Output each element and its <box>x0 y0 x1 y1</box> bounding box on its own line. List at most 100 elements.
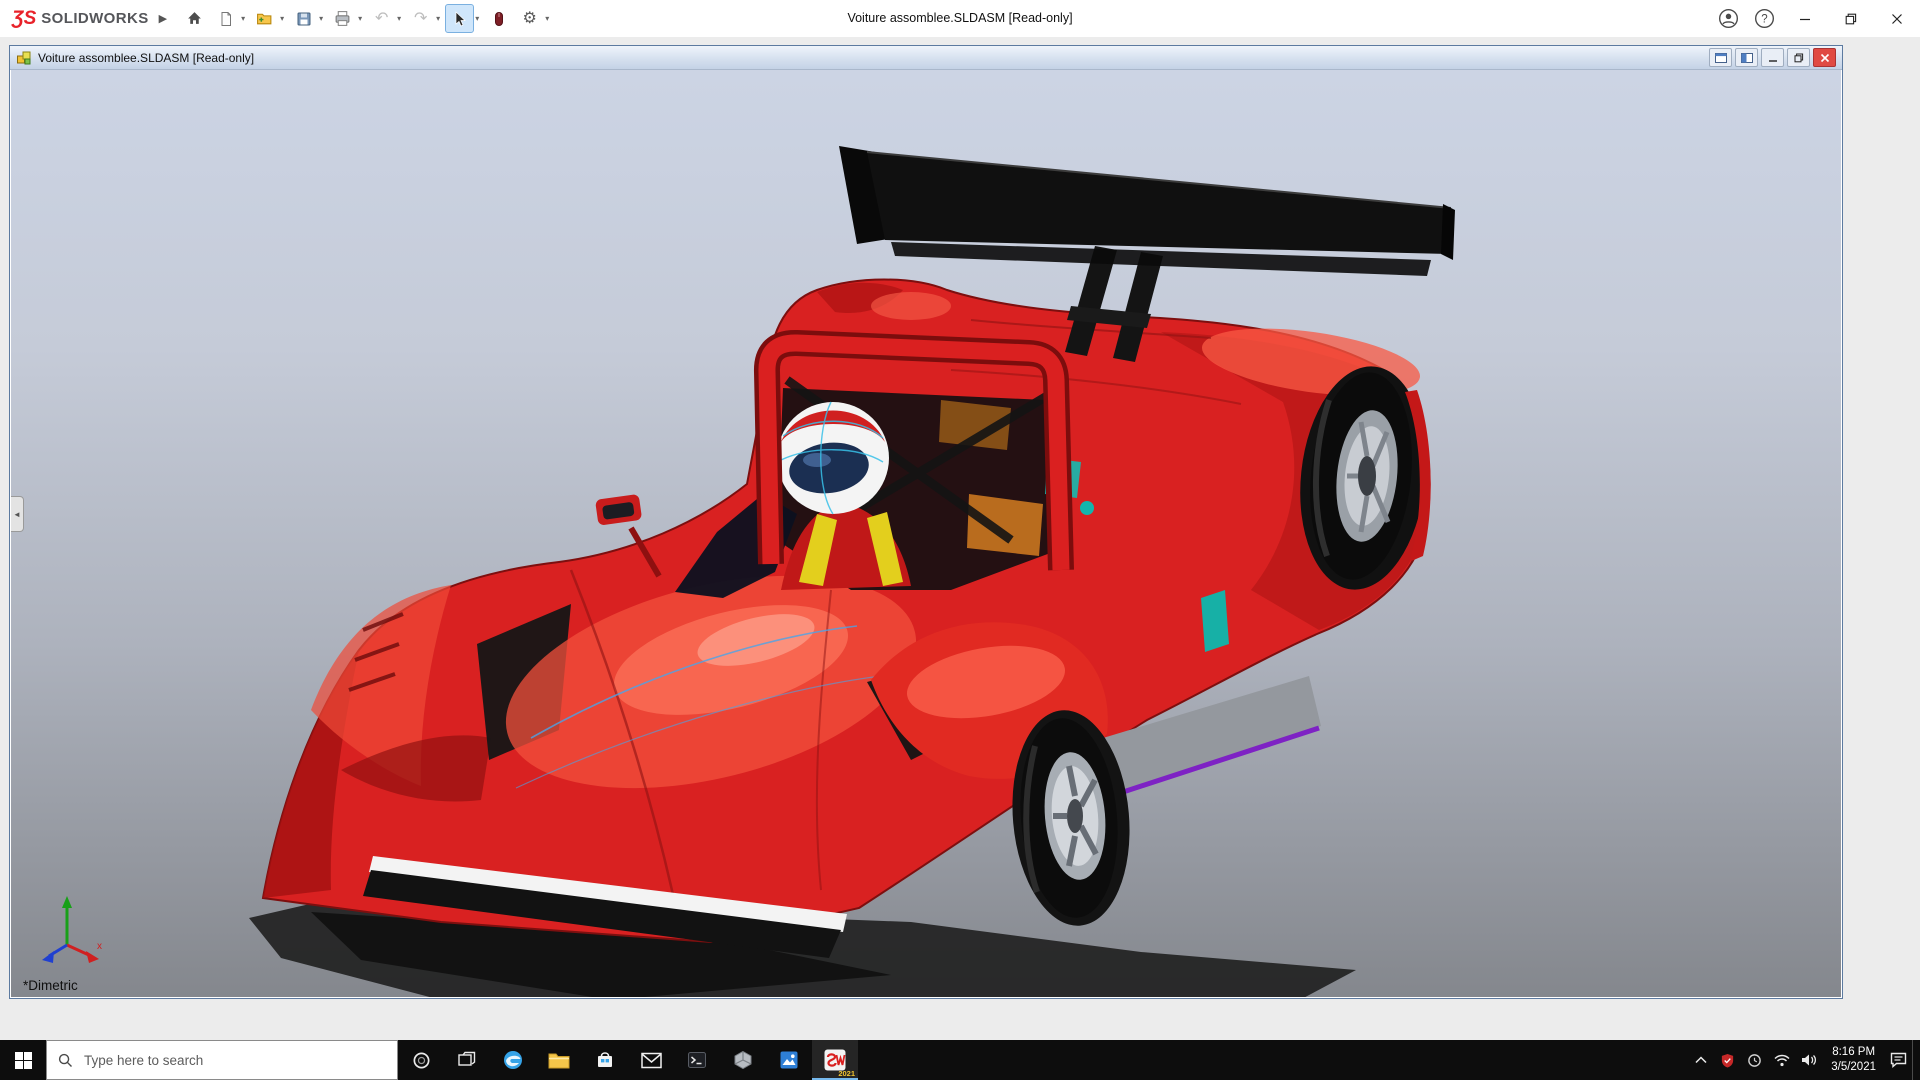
photos-icon <box>779 1050 799 1070</box>
mouse-button[interactable] <box>484 4 513 33</box>
solidworks-taskbar-button[interactable]: 2021 <box>812 1040 858 1080</box>
pane-right-icon <box>1741 53 1753 63</box>
menu-expand-icon[interactable]: ▶ <box>159 12 167 25</box>
graphics-viewport[interactable]: ◄ x *Dimetric <box>11 70 1841 997</box>
taskbar-clock[interactable]: 8:16 PM 3/5/2021 <box>1822 1040 1885 1080</box>
redo-icon: ↷ <box>414 11 427 27</box>
clock-date: 3/5/2021 <box>1831 1060 1876 1075</box>
new-document-icon <box>218 11 234 27</box>
cortana-button[interactable] <box>398 1040 444 1080</box>
taskbar-search[interactable] <box>46 1040 398 1080</box>
undo-button[interactable]: ↶ <box>367 4 396 33</box>
show-desktop-button[interactable] <box>1912 1040 1920 1080</box>
feature-tree-collapse-tab[interactable]: ◄ <box>11 496 24 532</box>
cortana-icon <box>412 1051 431 1070</box>
clock-time: 8:16 PM <box>1832 1045 1875 1060</box>
undo-icon: ↶ <box>375 11 388 27</box>
home-button[interactable] <box>180 4 209 33</box>
account-button[interactable] <box>1715 6 1741 32</box>
store-button[interactable] <box>582 1040 628 1080</box>
mail-button[interactable] <box>628 1040 674 1080</box>
open-folder-icon <box>256 10 273 27</box>
gear-icon: ⚙ <box>523 11 537 27</box>
search-input[interactable] <box>82 1052 386 1069</box>
start-button[interactable] <box>0 1040 46 1080</box>
search-icon <box>58 1053 73 1068</box>
cad-viewer-cube-icon <box>733 1050 753 1070</box>
action-center-icon <box>1890 1052 1907 1068</box>
redo-caret-icon[interactable]: ▾ <box>436 14 440 23</box>
help-icon: ? <box>1754 8 1775 29</box>
taskbar: 2021 8:16 PM 3/5/2021 <box>0 1040 1920 1080</box>
windows-logo-icon <box>15 1052 32 1069</box>
task-view-button[interactable] <box>444 1040 490 1080</box>
open-button[interactable] <box>250 4 279 33</box>
account-icon <box>1718 8 1739 29</box>
new-document-caret-icon[interactable]: ▾ <box>241 14 245 23</box>
command-prompt-button[interactable] <box>674 1040 720 1080</box>
chevron-left-icon: ◄ <box>13 510 21 519</box>
chevron-up-icon <box>1695 1056 1707 1064</box>
security-tray-button[interactable] <box>1714 1040 1741 1080</box>
help-button[interactable]: ? <box>1751 6 1777 32</box>
assembly-icon <box>16 50 32 66</box>
car-body[interactable] <box>263 280 1430 959</box>
restore-button[interactable] <box>1828 0 1874 37</box>
redo-button[interactable]: ↷ <box>406 4 435 33</box>
options-button[interactable]: ⚙ <box>515 4 544 33</box>
tray-expand-button[interactable] <box>1687 1040 1714 1080</box>
mouse-icon <box>492 11 506 27</box>
select-cursor-icon <box>452 11 468 27</box>
action-center-button[interactable] <box>1885 1040 1912 1080</box>
select-caret-icon[interactable]: ▾ <box>475 14 479 23</box>
restore-icon <box>1845 13 1857 25</box>
task-view-icon <box>458 1051 476 1069</box>
print-icon <box>334 10 351 27</box>
open-caret-icon[interactable]: ▾ <box>280 14 284 23</box>
quick-access-toolbar: ▾ ▾ ▾ ▾ ↶ ▾ ↷ ▾ ▾ ⚙ ▾ <box>179 4 553 33</box>
network-tray-button[interactable] <box>1768 1040 1795 1080</box>
file-explorer-button[interactable] <box>536 1040 582 1080</box>
solidworks-logo: ƷS SOLIDWORKS <box>0 8 157 30</box>
document-titlebar[interactable]: Voiture assomblee.SLDASM [Read-only] <box>10 46 1842 70</box>
home-icon <box>186 10 203 27</box>
save-button[interactable] <box>289 4 318 33</box>
svg-text:?: ? <box>1761 14 1767 26</box>
minimize-icon <box>1799 13 1811 25</box>
photos-button[interactable] <box>766 1040 812 1080</box>
edge-icon <box>502 1049 524 1071</box>
orientation-triad: x <box>33 887 107 971</box>
pane-right-button[interactable] <box>1735 48 1758 67</box>
titlebar-right: ? <box>1710 0 1920 37</box>
close-button[interactable] <box>1874 0 1920 37</box>
doc-close-button[interactable] <box>1813 48 1836 67</box>
update-icon <box>1747 1053 1762 1068</box>
doc-restore-icon <box>1794 53 1804 63</box>
screen: ƷS SOLIDWORKS ▶ ▾ ▾ ▾ ▾ ↶ ▾ <box>0 0 1920 1080</box>
close-icon <box>1891 13 1903 25</box>
undo-caret-icon[interactable]: ▾ <box>397 14 401 23</box>
document-window: Voiture assomblee.SLDASM [Read-only] <box>9 45 1843 999</box>
save-caret-icon[interactable]: ▾ <box>319 14 323 23</box>
cad-viewer-button[interactable] <box>720 1040 766 1080</box>
print-button[interactable] <box>328 4 357 33</box>
pane-left-icon <box>1715 53 1727 63</box>
save-icon <box>296 11 312 27</box>
edge-button[interactable] <box>490 1040 536 1080</box>
shield-icon <box>1720 1053 1735 1068</box>
pane-left-button[interactable] <box>1709 48 1732 67</box>
new-document-button[interactable] <box>211 4 240 33</box>
solidworks-version-badge: 2021 <box>838 1069 855 1078</box>
app-document-title: Voiture assomblee.SLDASM [Read-only] <box>847 0 1072 37</box>
options-caret-icon[interactable]: ▾ <box>545 14 549 23</box>
print-caret-icon[interactable]: ▾ <box>358 14 362 23</box>
minimize-button[interactable] <box>1782 0 1828 37</box>
doc-restore-button[interactable] <box>1787 48 1810 67</box>
car-model[interactable] <box>11 70 1841 997</box>
volume-tray-button[interactable] <box>1795 1040 1822 1080</box>
select-tool-button[interactable] <box>445 4 474 33</box>
doc-minimize-button[interactable] <box>1761 48 1784 67</box>
update-tray-button[interactable] <box>1741 1040 1768 1080</box>
store-icon <box>595 1050 615 1070</box>
view-orientation-label: *Dimetric <box>23 978 78 993</box>
